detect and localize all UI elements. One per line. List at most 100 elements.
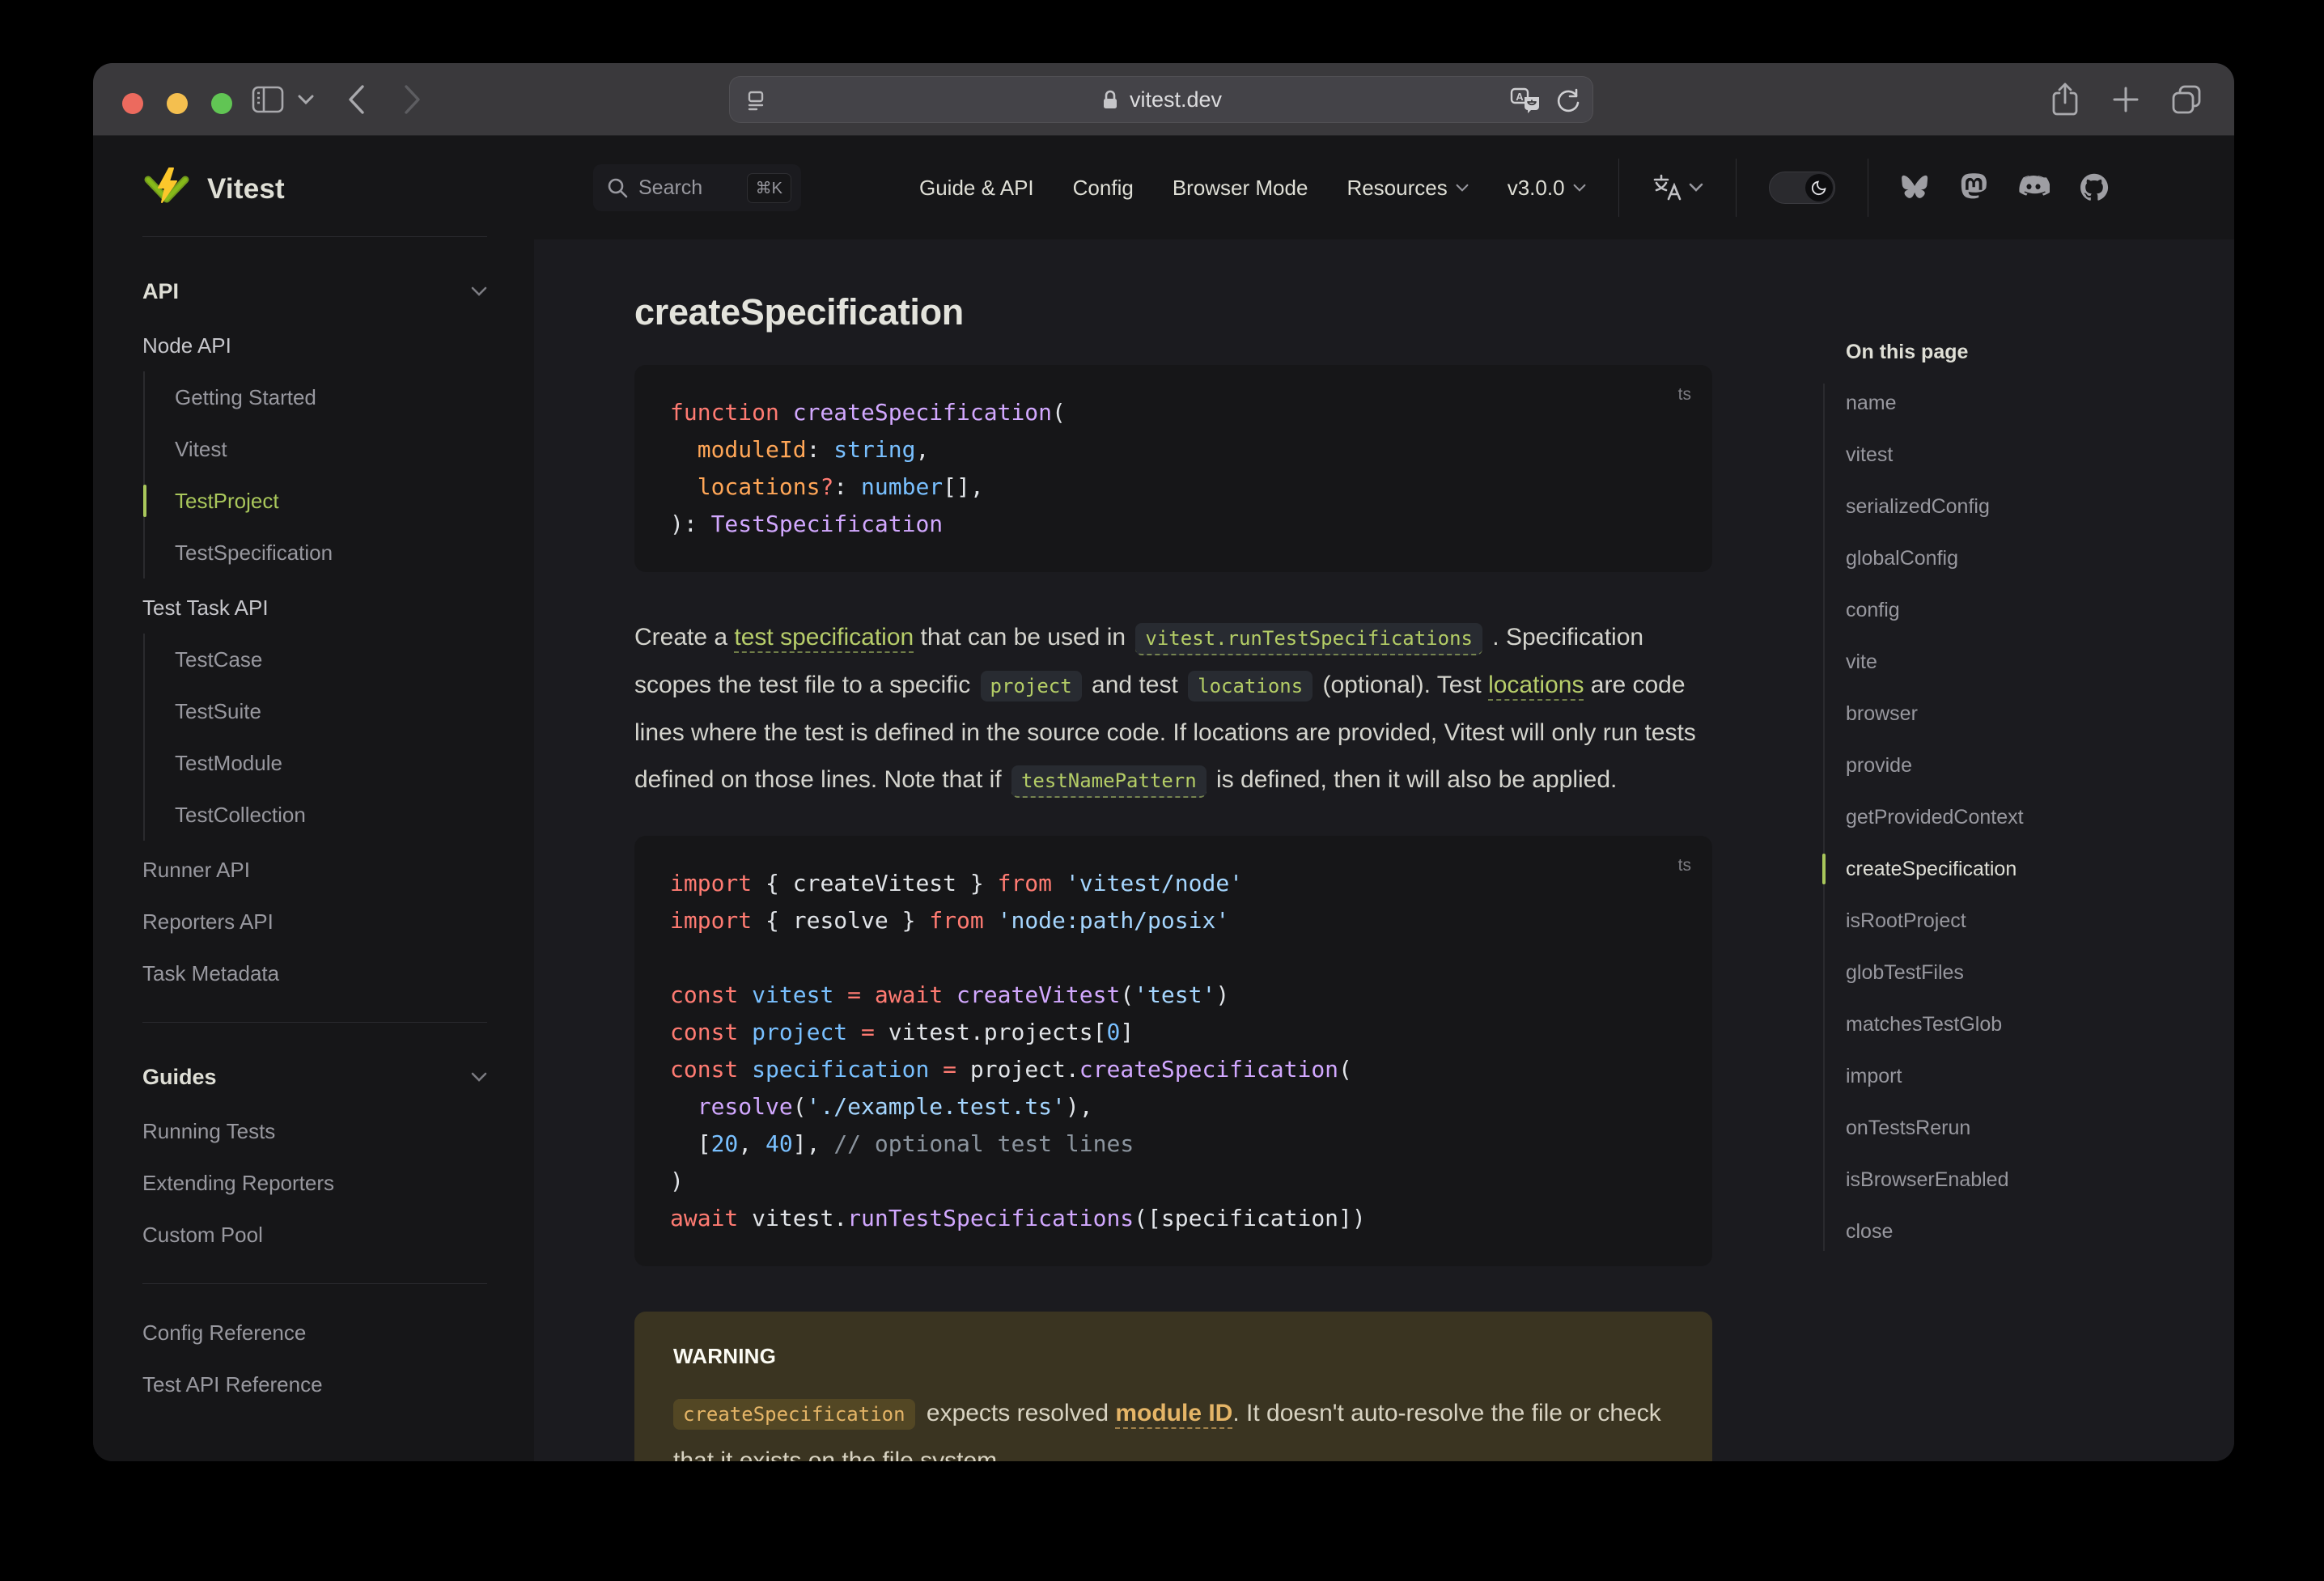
sidebar-section-api[interactable]: API [142, 263, 487, 320]
sidebar-item-testcase[interactable]: TestCase [175, 634, 487, 685]
sidebar-toggle-icon[interactable] [252, 63, 284, 136]
sidebar-item-getting-started[interactable]: Getting Started [175, 371, 487, 423]
zoom-window-button[interactable] [211, 93, 232, 114]
sidebar-group-node-api: Node API [142, 333, 231, 358]
tabs-icon[interactable] [2169, 63, 2203, 136]
toc-item-close[interactable]: close [1823, 1206, 2212, 1257]
back-icon[interactable] [346, 63, 367, 136]
sidebar-divider [142, 1283, 487, 1284]
address-bar[interactable]: vitest.dev A [729, 76, 1593, 123]
toc-item-vitest[interactable]: vitest [1823, 429, 2212, 481]
discord-icon[interactable] [2017, 175, 2050, 201]
sidebar-item-runner-api[interactable]: Runner API [142, 844, 487, 896]
inline-link-test-specification[interactable]: test specification [734, 624, 914, 653]
sidebar-item-custom-pool[interactable]: Custom Pool [142, 1209, 487, 1261]
inline-code-link-testnamepattern[interactable]: testNamePattern [1011, 765, 1207, 798]
sidebar-item-testcollection[interactable]: TestCollection [175, 789, 487, 841]
toc-item-getprovidedcontext[interactable]: getProvidedContext [1823, 791, 2212, 843]
sidebar-item-extending-reporters[interactable]: Extending Reporters [142, 1157, 487, 1209]
social-links [1901, 173, 2109, 202]
toc-item-globtestfiles[interactable]: globTestFiles [1823, 947, 2212, 998]
code-line: function createSpecification( [670, 399, 1066, 426]
nav-link-resources[interactable]: Resources [1346, 176, 1469, 201]
nav-link-browser-mode[interactable]: Browser Mode [1173, 176, 1308, 201]
sidebar-item-testsuite[interactable]: TestSuite [175, 685, 487, 737]
nav-link-config[interactable]: Config [1073, 176, 1134, 201]
sidebar-section-guides[interactable]: Guides [142, 1049, 487, 1105]
inline-code: locations [1188, 671, 1313, 701]
nav-link-label: v3.0.0 [1507, 175, 1565, 200]
mastodon-icon[interactable] [1960, 173, 1987, 202]
reload-icon[interactable] [1555, 87, 1581, 113]
language-icon [1653, 174, 1681, 201]
chevron-down-icon [1689, 183, 1703, 192]
toc-item-config[interactable]: config [1823, 584, 2212, 636]
sidebar-item-test-api-reference[interactable]: Test API Reference [142, 1358, 487, 1410]
theme-toggle[interactable] [1768, 172, 1835, 204]
sidebar-section-label: Guides [142, 1064, 217, 1089]
nav-link-guide-api[interactable]: Guide & API [919, 176, 1034, 201]
code-block-example[interactable]: ts import { createVitest } from 'vitest/… [634, 836, 1712, 1266]
translate-icon[interactable]: A [1510, 87, 1541, 114]
toc-item-ontestsrerun[interactable]: onTestsRerun [1823, 1102, 2212, 1154]
toc-item-name[interactable]: name [1823, 377, 2212, 429]
sidebar-subitems: Getting Started Vitest TestProject TestSpec… [143, 371, 487, 579]
inline-code: project [980, 671, 1082, 701]
navbar-divider [1735, 159, 1737, 217]
sidebar-item-vitest[interactable]: Vitest [175, 423, 487, 475]
on-this-page: On this page name vitest serializedConfig g… [1822, 239, 2212, 1257]
toc-item-provide[interactable]: provide [1823, 740, 2212, 791]
toc-item-globalconfig[interactable]: globalConfig [1823, 532, 2212, 584]
warning-callout: WARNING createSpecification expects reso… [634, 1312, 1712, 1461]
sidebar-item-testproject[interactable]: TestProject [143, 475, 487, 527]
sidebar-item-reporters-api[interactable]: Reporters API [142, 896, 487, 947]
share-icon[interactable] [2050, 63, 2080, 136]
code-lang-badge: ts [1677, 856, 1691, 875]
code-line: ) [670, 1168, 684, 1194]
browser-toolbar: vitest.dev A [93, 63, 2234, 136]
sidebar-item-task-metadata[interactable]: Task Metadata [142, 947, 487, 999]
bluesky-icon[interactable] [1901, 175, 1930, 201]
tab-overview-chevron-icon[interactable] [297, 63, 315, 136]
browser-window: vitest.dev A Vitest API Node API Getting… [93, 63, 2234, 1461]
toc-item-browser[interactable]: browser [1823, 688, 2212, 740]
language-menu[interactable] [1652, 172, 1703, 203]
nav-link-v3-0-0[interactable]: v3.0.0 [1508, 176, 1586, 201]
new-tab-icon[interactable] [2111, 63, 2140, 136]
inline-code-link-vitest-runtestspecifications[interactable]: vitest.runTestSpecifications [1135, 623, 1482, 655]
forward-icon[interactable] [402, 63, 423, 136]
reader-icon[interactable] [743, 87, 769, 117]
nav-link-label: Config [1072, 175, 1134, 200]
code-line: import { resolve } from 'node:path/posix… [670, 907, 1230, 934]
sidebar-divider [142, 1022, 487, 1023]
svg-text:A: A [1516, 91, 1524, 103]
sidebar-item-config-reference[interactable]: Config Reference [142, 1307, 487, 1358]
inline-link-locations[interactable]: locations [1488, 672, 1584, 701]
search-placeholder: Search [638, 176, 703, 199]
description-paragraph: Create a test specification that can be … [634, 614, 1712, 804]
chevron-down-icon [471, 286, 487, 296]
toc-item-import[interactable]: import [1823, 1050, 2212, 1102]
close-window-button[interactable] [122, 93, 143, 114]
code-line: [20, 40], // optional test lines [670, 1130, 1134, 1157]
minimize-window-button[interactable] [167, 93, 188, 114]
toc-item-matchestestglob[interactable]: matchesTestGlob [1823, 998, 2212, 1050]
vitest-logo[interactable]: Vitest [142, 167, 487, 212]
toc-item-createspecification[interactable]: createSpecification [1822, 843, 2212, 895]
search-input[interactable]: Search ⌘K [593, 164, 801, 211]
toc-item-isbrowserenabled[interactable]: isBrowserEnabled [1823, 1154, 2212, 1206]
sidebar-item-testspecification[interactable]: TestSpecification [175, 527, 487, 579]
toc-item-isrootproject[interactable]: isRootProject [1823, 895, 2212, 947]
toc-item-serializedconfig[interactable]: serializedConfig [1823, 481, 2212, 532]
chevron-down-icon [1573, 184, 1585, 192]
lock-icon [1103, 90, 1117, 108]
warning-link-module-id[interactable]: module ID [1115, 1400, 1233, 1429]
sidebar-item-testmodule[interactable]: TestModule [175, 737, 487, 789]
sidebar-item-running-tests[interactable]: Running Tests [142, 1105, 487, 1157]
toc-item-vite[interactable]: vite [1823, 636, 2212, 688]
github-icon[interactable] [2080, 173, 2109, 202]
code-block-signature[interactable]: ts function createSpecification( moduleI… [634, 365, 1712, 572]
paragraph-text: is defined, then it will also be applied… [1209, 766, 1618, 793]
main-content: createSpecification ts function createSp… [534, 239, 2234, 1461]
search-icon [608, 178, 628, 198]
